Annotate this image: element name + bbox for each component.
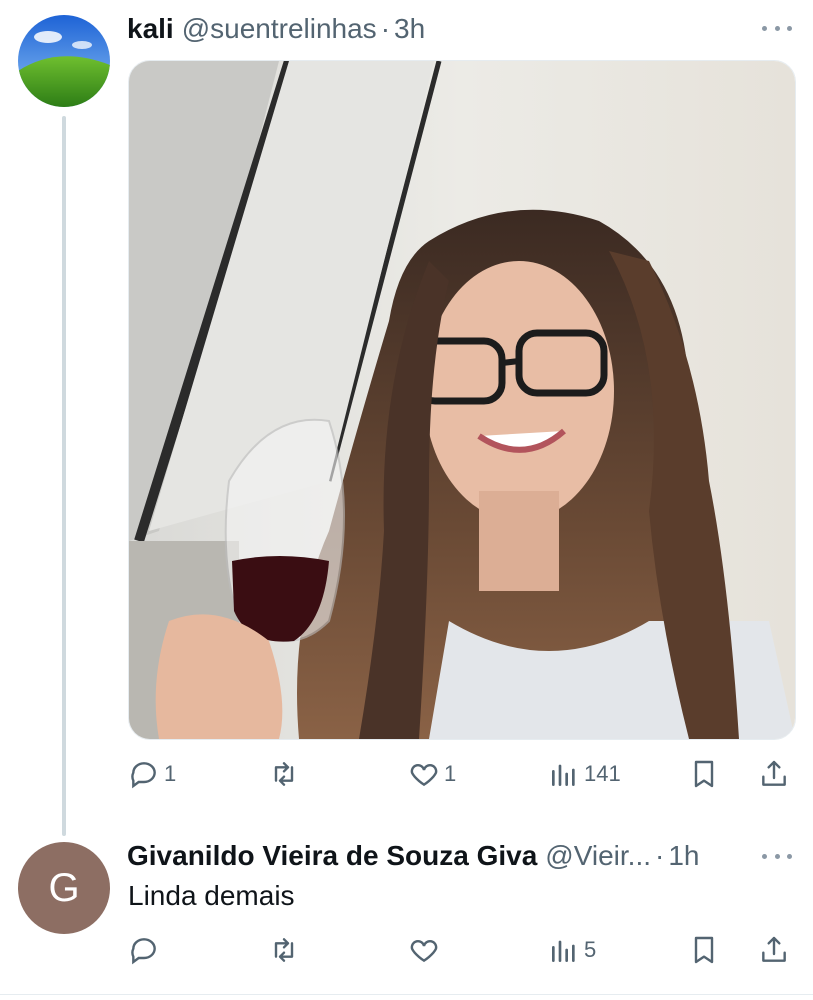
retweet-icon [274, 938, 294, 962]
share-icon [762, 936, 786, 962]
tweet-header: kali @suentrelinhas · 3h [127, 12, 425, 46]
bookmark-button[interactable] [688, 754, 720, 794]
reply-header: Givanildo Vieira de Souza Giva @Vieir...… [127, 839, 700, 873]
tweet-time[interactable]: 3h [394, 13, 425, 45]
heart-icon [410, 940, 438, 963]
views-count: 141 [584, 761, 621, 786]
like-button[interactable]: 1 [408, 754, 456, 794]
share-button[interactable] [758, 754, 790, 794]
avatar-givanildo[interactable]: G [18, 842, 110, 934]
photo-woman-wine-glass [129, 61, 795, 739]
reply-more-options-icon[interactable] [762, 846, 792, 866]
reply-icon [131, 938, 156, 965]
reply-views-count: 5 [584, 937, 597, 962]
reply-author-name[interactable]: Givanildo Vieira de Souza Giva [127, 840, 537, 872]
author-handle[interactable]: @suentrelinhas [182, 13, 377, 45]
tweet-photo[interactable] [128, 60, 796, 740]
separator-dot: · [380, 13, 391, 44]
bliss-avatar-image [18, 15, 110, 107]
like-count: 1 [444, 761, 457, 786]
retweet-button[interactable] [268, 754, 304, 794]
reply-icon [131, 762, 156, 789]
views-button[interactable]: 141 [548, 754, 621, 794]
avatar-kali[interactable] [18, 15, 110, 107]
reply-share-button[interactable] [758, 930, 790, 970]
avatar-letter: G [48, 865, 80, 910]
reply-action-bar: 5 [128, 930, 798, 970]
separator-dot: · [655, 840, 665, 871]
reply-bookmark-button[interactable] [688, 930, 720, 970]
reply-views-button[interactable]: 5 [548, 930, 596, 970]
reply-count: 1 [164, 761, 177, 786]
reply-author-handle[interactable]: @Vieir... [545, 840, 651, 872]
bookmark-icon [694, 760, 714, 788]
share-icon [762, 760, 786, 786]
author-name[interactable]: kali [127, 13, 174, 45]
thread-connector-line [62, 116, 66, 836]
reply-body: Linda demais [128, 880, 295, 911]
views-chart-icon [552, 764, 575, 786]
retweet-icon [274, 762, 294, 786]
divider [0, 994, 813, 995]
bookmark-icon [694, 936, 714, 964]
tweet-action-bar: 1 1 141 [128, 754, 798, 794]
more-options-icon[interactable] [762, 18, 792, 38]
heart-icon [410, 764, 438, 787]
reply-time[interactable]: 1h [668, 840, 699, 872]
reply-reply-button[interactable] [128, 930, 164, 970]
reply-retweet-button[interactable] [268, 930, 304, 970]
reply-button[interactable]: 1 [128, 754, 176, 794]
views-chart-icon [552, 940, 575, 962]
reply-like-button[interactable] [408, 930, 444, 970]
